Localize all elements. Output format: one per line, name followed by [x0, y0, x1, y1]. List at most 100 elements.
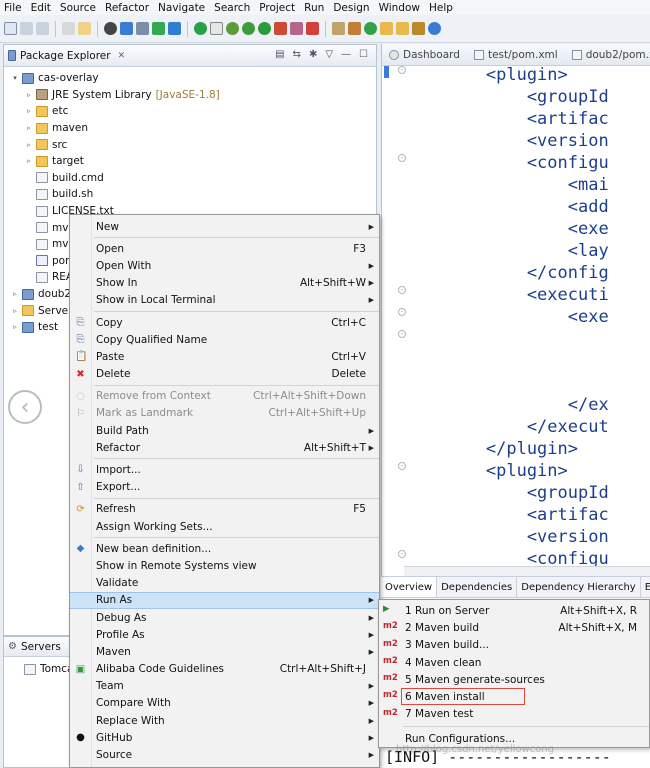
tree-item[interactable]: ▾ cas-overlay	[4, 70, 376, 87]
run-as-item-6-maven-install[interactable]: m2 6 Maven install	[379, 688, 649, 706]
menu-item-delete[interactable]: ✖ Delete Delete	[70, 366, 379, 383]
minimize-icon[interactable]: —	[341, 49, 351, 60]
menu-item-assign-working-sets[interactable]: Assign Working Sets...	[70, 518, 379, 535]
tree-item[interactable]: build.cmd	[4, 170, 376, 187]
menu-item-import[interactable]: ⇩ Import...	[70, 461, 379, 478]
tree-item[interactable]: ▹ etc	[4, 103, 376, 120]
expand-toggle-icon[interactable]: ▹	[10, 290, 20, 298]
pom-tab-effective[interactable]: Effective	[641, 577, 650, 597]
expand-toggle-icon[interactable]: ▹	[10, 307, 20, 315]
menu-item-new-bean-definition[interactable]: ◆ New bean definition...	[70, 540, 379, 557]
menu-item-copy[interactable]: ⎘ Copy Ctrl+C	[70, 314, 379, 331]
expand-toggle-icon[interactable]: ▹	[24, 141, 34, 149]
editor-tab-dashboard[interactable]: Dashboard	[382, 49, 467, 61]
menu-item-compare-with[interactable]: Compare With ▶	[70, 695, 379, 712]
menu-item-refresh[interactable]: ⟳ Refresh F5	[70, 501, 379, 518]
console-icon[interactable]	[120, 22, 133, 35]
focus-icon[interactable]: ✱	[309, 49, 317, 60]
menu-run[interactable]: Run	[304, 2, 324, 14]
menu-item-open-with[interactable]: Open With ▶	[70, 257, 379, 274]
expand-toggle-icon[interactable]: ▾	[10, 74, 20, 82]
pom-tab-dependency-hierarchy[interactable]: Dependency Hierarchy	[517, 577, 641, 597]
tree-item[interactable]: ▹ target	[4, 153, 376, 170]
deploy-icon[interactable]	[306, 22, 319, 35]
menu-item-show-in[interactable]: Show In Alt+Shift+W ▶	[70, 275, 379, 292]
folder-edit-icon[interactable]	[396, 22, 409, 35]
terminal-icon[interactable]	[136, 22, 149, 35]
menu-item-alibaba-code-guidelines[interactable]: ▣ Alibaba Code Guidelines Ctrl+Alt+Shift+J	[70, 661, 379, 678]
menu-item-profile-as[interactable]: Profile As ▶	[70, 626, 379, 643]
refresh-toolbar-icon[interactable]	[226, 22, 239, 35]
tree-item[interactable]: ▹ maven	[4, 120, 376, 137]
expand-toggle-icon[interactable]: ▹	[24, 124, 34, 132]
stop-icon[interactable]	[290, 22, 303, 35]
layout-icon[interactable]	[210, 22, 223, 35]
horizontal-scrollbar[interactable]	[404, 566, 650, 576]
tree-item[interactable]: ▹ src	[4, 136, 376, 153]
pom-tab-overview[interactable]: Overview	[381, 577, 438, 597]
pencil-icon[interactable]	[412, 22, 425, 35]
servers-tab[interactable]: ⚙ Servers ✕	[8, 641, 75, 653]
run-as-item-5-maven-generate-sources[interactable]: m2 5 Maven generate-sources	[379, 671, 649, 688]
new-icon[interactable]	[4, 22, 17, 35]
menu-item-export[interactable]: ⇧ Export...	[70, 479, 379, 496]
package-explorer-tab[interactable]: Package Explorer ✕	[8, 50, 125, 62]
package-icon[interactable]	[348, 22, 361, 35]
expand-toggle-icon[interactable]: ▹	[24, 91, 34, 99]
menu-item-source[interactable]: Source ▶	[70, 746, 379, 763]
run-as-item-2-maven-build[interactable]: m2 2 Maven build Alt+Shift+X, M	[379, 619, 649, 636]
link-editor-icon[interactable]: ⇆	[293, 49, 301, 60]
run-as-item-4-maven-clean[interactable]: m2 4 Maven clean	[379, 654, 649, 671]
run-as-item-3-maven-build[interactable]: m2 3 Maven build...	[379, 637, 649, 654]
expand-toggle-icon[interactable]: ▹	[24, 107, 34, 115]
menu-item-debug-as[interactable]: Debug As ▶	[70, 609, 379, 626]
menu-item-show-in-local-terminal[interactable]: Show in Local Terminal ▶	[70, 292, 379, 309]
menu-window[interactable]: Window	[379, 2, 420, 14]
menu-edit[interactable]: Edit	[31, 2, 51, 14]
menu-item-show-in-remote-systems-view[interactable]: Show in Remote Systems view	[70, 557, 379, 574]
alibaba-toolbar-icon[interactable]	[168, 22, 181, 35]
run-ext-icon[interactable]	[274, 22, 287, 35]
history-icon[interactable]	[78, 22, 91, 35]
folder-open-icon[interactable]	[380, 22, 393, 35]
menu-source[interactable]: Source	[60, 2, 96, 14]
menu-help[interactable]: Help	[429, 2, 453, 14]
menu-design[interactable]: Design	[333, 2, 369, 14]
xml-source[interactable]: <plugin> <groupId <artifac <version <con…	[404, 64, 609, 570]
target-icon[interactable]	[364, 22, 377, 35]
run-as-item-1-run-on-server[interactable]: ▶ 1 Run on Server Alt+Shift+X, R	[379, 602, 649, 619]
close-icon[interactable]: ✕	[118, 51, 126, 61]
search-type-icon[interactable]	[332, 22, 345, 35]
menu-item-run-as[interactable]: Run As ▶	[70, 591, 379, 609]
menu-project[interactable]: Project	[259, 2, 295, 14]
menu-item-github[interactable]: ● GitHub ▶	[70, 729, 379, 746]
menu-item-team[interactable]: Team ▶	[70, 678, 379, 695]
save-all-icon[interactable]	[36, 22, 49, 35]
circle-icon[interactable]	[194, 22, 207, 35]
menu-file[interactable]: File	[4, 2, 22, 14]
tree-item[interactable]: ▹ JRE System Library [JavaSE-1.8]	[4, 87, 376, 104]
debug-icon[interactable]	[104, 22, 117, 35]
view-menu-icon[interactable]: ▽	[325, 49, 333, 60]
menu-item-copy-qualified-name[interactable]: ⎘ Copy Qualified Name	[70, 331, 379, 348]
menu-navigate[interactable]: Navigate	[158, 2, 205, 14]
menu-item-refactor[interactable]: Refactor Alt+Shift+T ▶	[70, 439, 379, 456]
menu-item-open[interactable]: Open F3	[70, 240, 379, 257]
menu-item-validate[interactable]: Validate	[70, 575, 379, 592]
menu-item-paste[interactable]: 📋 Paste Ctrl+V	[70, 348, 379, 365]
tree-item[interactable]: build.sh	[4, 186, 376, 203]
editor-tab-doub2-pom-x[interactable]: doub2/pom.x	[565, 49, 650, 61]
maximize-icon[interactable]: ☐	[359, 49, 368, 60]
print-icon[interactable]	[62, 22, 75, 35]
save-icon[interactable]	[20, 22, 33, 35]
gear-icon[interactable]	[242, 22, 255, 35]
expand-toggle-icon[interactable]: ▹	[24, 157, 34, 165]
menu-refactor[interactable]: Refactor	[105, 2, 149, 14]
menu-item-build-path[interactable]: Build Path ▶	[70, 422, 379, 439]
pom-tab-dependencies[interactable]: Dependencies	[437, 577, 518, 597]
editor-tab-test-pom-xml[interactable]: test/pom.xml	[467, 49, 565, 61]
run-as-item-7-maven-test[interactable]: m2 7 Maven test	[379, 706, 649, 723]
menu-item-new[interactable]: New ▶	[70, 218, 379, 235]
expand-toggle-icon[interactable]: ▹	[10, 323, 20, 331]
back-navigation-icon[interactable]: ‹	[8, 390, 42, 424]
